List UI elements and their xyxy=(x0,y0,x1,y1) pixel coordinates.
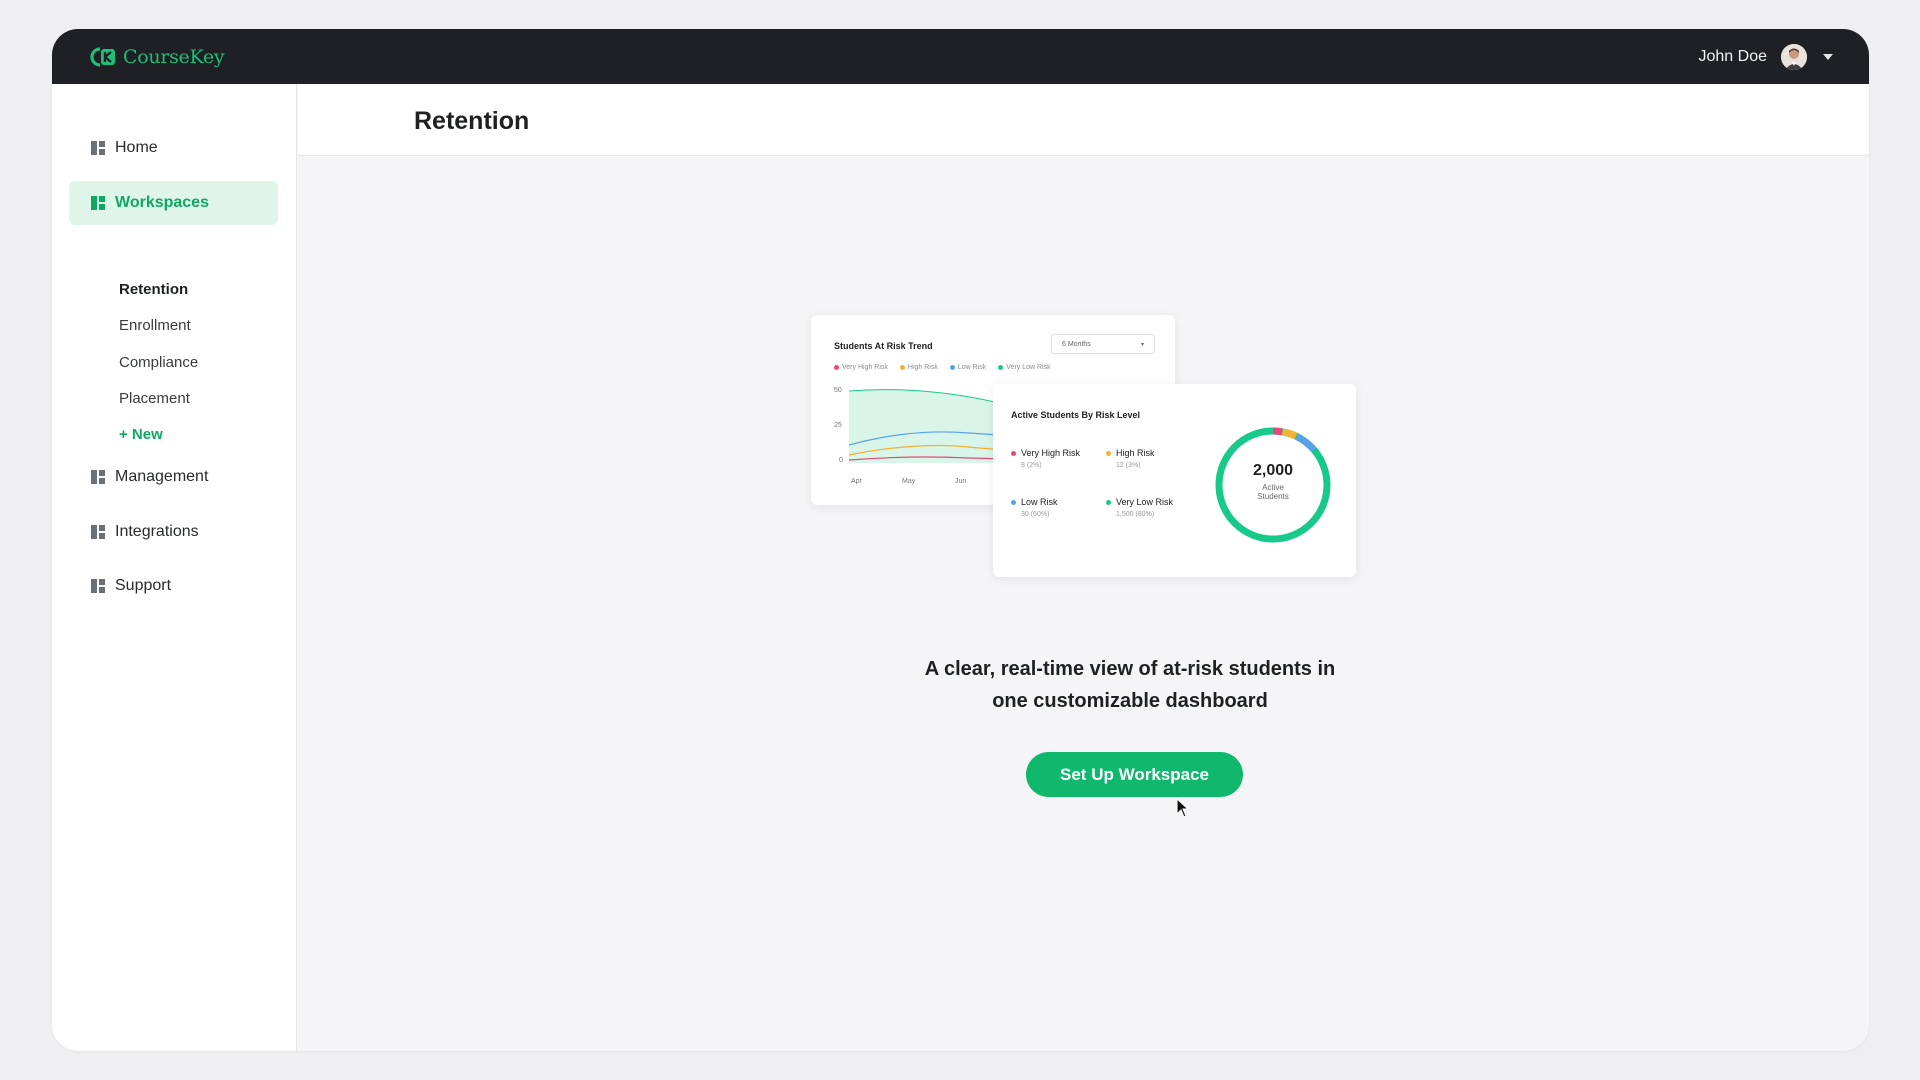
workspace-item-enrollment[interactable]: Enrollment xyxy=(119,317,191,334)
legend-item: Very High Risk xyxy=(834,364,888,371)
risk-value: 1,500 (80%) xyxy=(1116,511,1155,518)
risk-level-preview-card: Active Students By Risk Level Very High … xyxy=(993,384,1356,577)
risk-label: Very High Risk xyxy=(1021,448,1081,458)
chevron-down-icon[interactable] xyxy=(1823,53,1833,60)
legend-label: Very Low Risk xyxy=(1006,364,1051,371)
workspace-item-retention[interactable]: Retention xyxy=(119,281,188,298)
x-tick: Jun xyxy=(955,478,967,485)
tagline-line: one customizable dashboard xyxy=(992,690,1268,712)
user-menu[interactable]: John Doe xyxy=(1698,43,1833,70)
legend-dot xyxy=(998,365,1004,370)
mouse-pointer-icon xyxy=(1176,798,1190,818)
legend-dot xyxy=(834,365,839,370)
sidebar-item-label: Integrations xyxy=(115,523,199,540)
brand-logo[interactable]: CourseKey xyxy=(88,45,225,68)
risk-label: High Risk xyxy=(1116,448,1155,458)
sidebar-item-label: Management xyxy=(115,468,209,485)
app-window: CourseKey John Doe Home Workspaces Reten… xyxy=(52,29,1869,1051)
total-students: 2,000 xyxy=(1252,462,1294,479)
total-label: Students xyxy=(1257,492,1289,501)
page-header: Retention xyxy=(298,84,1869,156)
legend-label: Low Risk xyxy=(957,364,987,371)
avatar[interactable] xyxy=(1781,43,1807,70)
new-workspace-link[interactable]: + New xyxy=(119,426,163,443)
risk-value: 30 (60%) xyxy=(1021,511,1050,518)
legend-dot xyxy=(949,365,955,370)
period-select-value: 6 Months xyxy=(1062,340,1091,348)
legend-item: Low Risk xyxy=(949,364,987,371)
risk-very-low: Very Low Risk 1,500 (80%) xyxy=(1106,497,1173,518)
risk-label: Very Low Risk xyxy=(1116,497,1174,507)
risk-high: High Risk 12 (3%) xyxy=(1106,448,1155,469)
legend-label: Very High Risk xyxy=(842,364,888,371)
dashboard-grid-icon xyxy=(91,196,105,210)
sidebar: Home Workspaces Retention Enrollment Com… xyxy=(52,84,297,1051)
dashboard-grid-icon xyxy=(91,579,105,593)
workspace-item-placement[interactable]: Placement xyxy=(119,390,190,407)
tagline-line: A clear, real-time view of at-risk stude… xyxy=(924,658,1336,680)
dashboard-grid-icon xyxy=(91,470,105,484)
dashboard-grid-icon xyxy=(91,525,105,539)
period-select: 6 Months ▾ xyxy=(1051,334,1155,354)
legend-dot xyxy=(1106,450,1111,456)
sidebar-item-label: Home xyxy=(115,139,158,156)
tagline: A clear, real-time view of at-risk stude… xyxy=(830,653,1430,717)
risk-value: 12 (3%) xyxy=(1116,462,1141,469)
legend-label: High Risk xyxy=(907,364,938,371)
chevron-down-icon: ▾ xyxy=(1140,341,1144,348)
risk-label: Low Risk xyxy=(1021,497,1058,507)
dashboard-grid-icon xyxy=(91,141,105,155)
donut-center: 2,000 Active Students xyxy=(1233,462,1313,501)
legend-dot xyxy=(1106,499,1111,505)
legend-dot xyxy=(1011,499,1016,505)
workspace-item-compliance[interactable]: Compliance xyxy=(119,354,198,371)
y-tick: 50 xyxy=(834,387,842,394)
legend-dot xyxy=(1011,450,1016,456)
brand-name: CourseKey xyxy=(123,45,225,68)
risk-value: 8 (2%) xyxy=(1021,462,1042,469)
legend-item: Very Low Risk xyxy=(998,364,1051,371)
risk-card-title: Active Students By Risk Level xyxy=(1011,410,1141,420)
y-tick: 25 xyxy=(834,422,842,429)
user-name: John Doe xyxy=(1698,47,1768,65)
x-tick: Apr xyxy=(851,478,862,485)
sidebar-item-management[interactable]: Management xyxy=(69,455,278,499)
sidebar-item-label: Support xyxy=(115,577,172,594)
top-bar: CourseKey John Doe xyxy=(52,29,1869,84)
legend-dot xyxy=(899,365,905,370)
sidebar-item-label: Workspaces xyxy=(115,194,209,211)
x-tick: May xyxy=(902,478,916,485)
page-title: Retention xyxy=(414,107,530,135)
set-up-workspace-button[interactable]: Set Up Workspace xyxy=(1026,752,1243,797)
trend-legend: Very High Risk High Risk Low Risk Very L… xyxy=(834,364,1051,371)
sidebar-item-integrations[interactable]: Integrations xyxy=(69,510,278,554)
risk-very-high: Very High Risk 8 (2%) xyxy=(1011,448,1080,469)
total-label: Active xyxy=(1262,483,1284,492)
sidebar-item-workspaces[interactable]: Workspaces xyxy=(69,181,278,225)
trend-card-title: Students At Risk Trend xyxy=(834,341,933,351)
y-tick: 0 xyxy=(839,457,843,464)
legend-item: High Risk xyxy=(899,364,938,371)
risk-low: Low Risk 30 (60%) xyxy=(1011,497,1058,518)
sidebar-item-support[interactable]: Support xyxy=(69,564,278,608)
coursekey-logo-icon xyxy=(90,46,115,67)
user-avatar-icon xyxy=(1781,43,1807,70)
sidebar-item-home[interactable]: Home xyxy=(69,126,278,170)
